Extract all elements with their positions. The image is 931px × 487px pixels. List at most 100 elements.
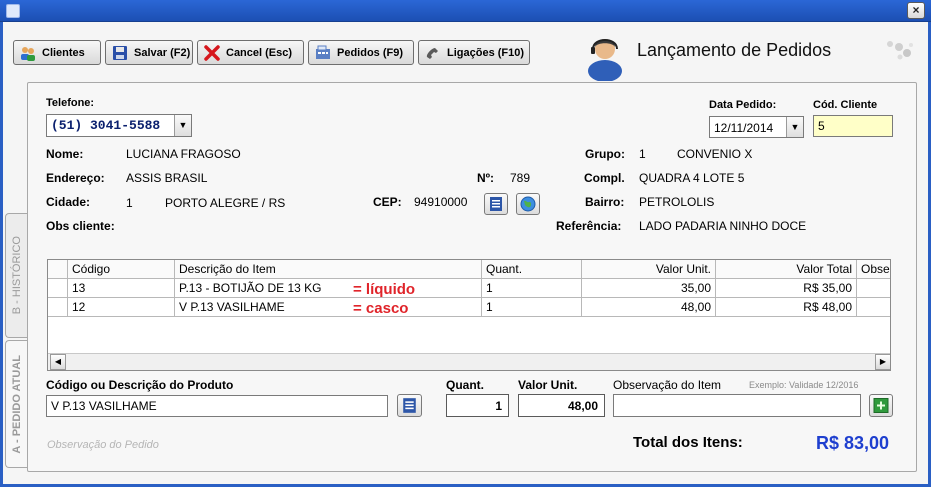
calendar-dropdown-icon[interactable]: ▼ <box>786 117 803 137</box>
window-icon <box>6 4 20 18</box>
grupo-number: 1 <box>639 147 646 161</box>
table-header-row: Código Descrição do Item Quant. Valor Un… <box>48 260 890 279</box>
nome-label: Nome: <box>46 147 84 161</box>
quant-input[interactable]: 1 <box>446 394 509 417</box>
data-pedido-picker[interactable]: 12/11/2014 ▼ <box>709 116 804 138</box>
cep-value: 94910000 <box>414 195 468 209</box>
data-pedido-value: 12/11/2014 <box>714 121 774 135</box>
cidade-value: PORTO ALEGRE / RS <box>165 196 286 210</box>
salvar-button[interactable]: Salvar (F2) <box>105 40 193 65</box>
tab-pedido-atual-label: A - PEDIDO ATUAL <box>10 354 23 454</box>
grupo-value: CONVENIO X <box>677 147 753 161</box>
cell-valor-unit: 35,00 <box>582 279 716 298</box>
cep-lookup-button[interactable] <box>484 193 508 215</box>
compl-label: Compl. <box>584 171 625 185</box>
cell-obs <box>857 279 890 298</box>
window-titlebar: × <box>0 0 931 22</box>
obs-item-hint: Exemplo: Validade 12/2016 <box>749 380 859 390</box>
decorative-dots-icon <box>887 41 913 60</box>
produto-label: Código ou Descrição do Produto <box>46 378 234 392</box>
tab-pedido-atual[interactable]: A - PEDIDO ATUAL <box>5 340 27 468</box>
red-x-icon <box>204 44 220 61</box>
row-indicator <box>48 279 68 298</box>
pedidos-button[interactable]: Pedidos (F9) <box>308 40 414 65</box>
ligacoes-button[interactable]: Ligações (F10) <box>418 40 530 65</box>
grupo-label: Grupo: <box>585 147 625 161</box>
referencia-label: Referência: <box>556 219 622 233</box>
register-icon <box>316 45 330 59</box>
col-descricao[interactable]: Descrição do Item <box>175 260 482 279</box>
close-window-button[interactable]: × <box>907 2 925 19</box>
cell-valor-unit: 48,00 <box>582 298 716 317</box>
chevron-down-icon[interactable]: ▼ <box>174 115 191 136</box>
row-indicator <box>48 298 68 317</box>
telefone-label: Telefone: <box>46 97 95 109</box>
col-valor-unit[interactable]: Valor Unit. <box>582 260 716 279</box>
tab-historico-label: B - HISTÓRICO <box>10 236 23 315</box>
add-green-icon <box>873 398 889 413</box>
produto-input[interactable]: V P.13 VASILHAME <box>46 395 388 417</box>
users-icon <box>21 46 35 61</box>
numero-value: 789 <box>510 171 531 185</box>
horizontal-scrollbar[interactable]: ◀ ▶ <box>48 353 890 370</box>
cell-descricao: P.13 - BOTIJÃO DE 13 KG <box>175 279 482 298</box>
operator-icon <box>588 39 622 81</box>
col-codigo[interactable]: Código <box>68 260 175 279</box>
total-label: Total dos Itens: <box>633 434 743 451</box>
cell-codigo: 13 <box>68 279 175 298</box>
data-pedido-label: Data Pedido: <box>709 99 777 111</box>
col-quant[interactable]: Quant. <box>482 260 582 279</box>
scroll-left-icon[interactable]: ◀ <box>50 354 66 370</box>
numero-label: Nº: <box>477 171 495 185</box>
cancel-button[interactable]: Cancel (Esc) <box>197 40 304 65</box>
phone-icon <box>426 47 438 59</box>
col-obs[interactable]: Obser <box>857 260 890 279</box>
cell-codigo: 12 <box>68 298 175 317</box>
annotation-casco: = casco <box>353 300 409 317</box>
items-table: Código Descrição do Item Quant. Valor Un… <box>47 259 891 371</box>
ligacoes-label: Ligações (F10) <box>447 46 525 59</box>
quant-label: Quant. <box>446 378 484 392</box>
annotation-liquido: = líquido <box>353 281 416 298</box>
obs-pedido-placeholder[interactable]: Observação do Pedido <box>47 439 159 451</box>
table-row[interactable]: 13 P.13 - BOTIJÃO DE 13 KG 1 35,00 R$ 35… <box>48 279 890 298</box>
page-title: Lançamento de Pedidos <box>637 40 832 60</box>
floppy-disk-icon <box>113 45 127 60</box>
cell-valor-total: R$ 35,00 <box>716 279 857 298</box>
cell-obs <box>857 298 890 317</box>
cell-descricao: V P.13 VASILHAME <box>175 298 482 317</box>
telefone-value: (51) 3041-5588 <box>51 118 161 133</box>
obs-item-label: Observação do Item <box>613 378 722 392</box>
valor-unit-input[interactable]: 48,00 <box>518 394 605 417</box>
valor-unit-label: Valor Unit. <box>518 378 578 392</box>
row-indicator-header <box>48 260 68 279</box>
cell-quant: 1 <box>482 279 582 298</box>
globe-icon <box>520 196 536 212</box>
produto-lookup-button[interactable] <box>397 394 422 417</box>
scroll-right-icon[interactable]: ▶ <box>875 354 890 370</box>
clientes-button[interactable]: Clientes <box>13 40 101 65</box>
total-value: R$ 83,00 <box>816 433 890 453</box>
bairro-label: Bairro: <box>585 195 625 209</box>
pedidos-label: Pedidos (F9) <box>337 46 404 59</box>
tab-historico[interactable]: B - HISTÓRICO <box>5 213 27 338</box>
col-valor-total[interactable]: Valor Total <box>716 260 857 279</box>
cod-cliente-input[interactable]: 5 <box>813 115 893 137</box>
cell-valor-total: R$ 48,00 <box>716 298 857 317</box>
list-icon <box>490 197 502 211</box>
referencia-value: LADO PADARIA NINHO DOCE <box>639 219 807 233</box>
cancel-label: Cancel (Esc) <box>226 46 293 59</box>
clientes-label: Clientes <box>42 46 85 59</box>
obs-item-input[interactable] <box>613 394 861 417</box>
add-item-button[interactable] <box>869 394 893 417</box>
compl-value: QUADRA 4 LOTE 5 <box>639 171 745 185</box>
bairro-value: PETROLOLIS <box>639 195 715 209</box>
cidade-number: 1 <box>126 196 133 210</box>
cod-cliente-label: Cód. Cliente <box>813 99 878 111</box>
cell-quant: 1 <box>482 298 582 317</box>
map-button[interactable] <box>516 193 540 215</box>
table-row[interactable]: 12 V P.13 VASILHAME 1 48,00 R$ 48,00 <box>48 298 890 317</box>
telefone-combo[interactable]: (51) 3041-5588 ▼ <box>46 114 192 137</box>
cep-label: CEP: <box>373 195 402 209</box>
endereco-label: Endereço: <box>46 171 105 185</box>
